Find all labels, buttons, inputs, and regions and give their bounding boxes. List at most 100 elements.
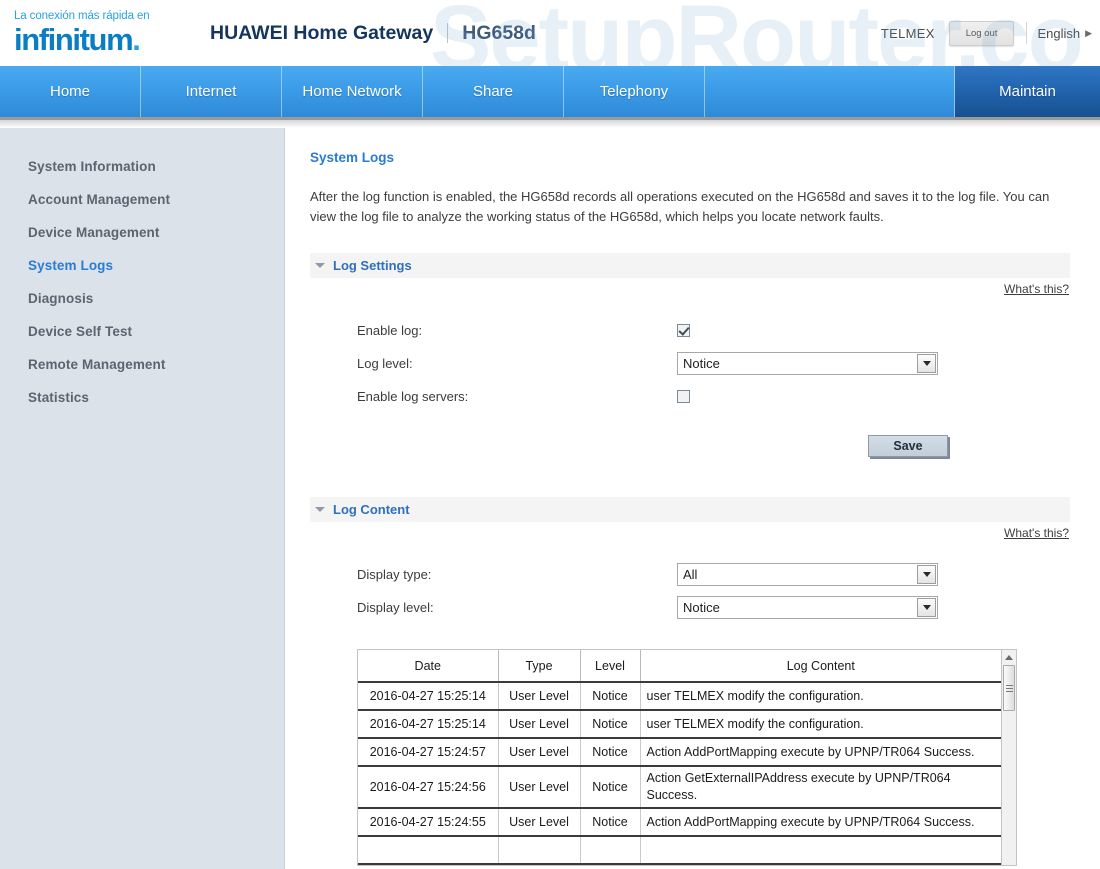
header-right-controls: TELMEX Log out English ▶ [880,20,1092,46]
label-display-level: Display level: [357,600,434,615]
collapse-triangle-icon[interactable] [315,507,325,512]
cell-content: user TELMEX modify the configuration. [640,682,1002,711]
logo-dot: . [132,21,141,57]
display-type-value: All [683,567,698,582]
cell-date: 2016-04-27 15:25:14 [358,682,499,711]
nav-item-home[interactable]: Home [0,66,141,117]
cell-type: User Level [498,808,581,837]
logo-name: infinitum [14,21,134,57]
cell-level: Notice [580,766,641,809]
cell-type: User Level [498,682,581,711]
label-display-type: Display type: [357,567,432,582]
display-level-select[interactable]: Notice [677,596,938,619]
save-button-row: Save [310,435,1070,457]
cell-type: User Level [498,738,581,767]
log-level-select[interactable]: Notice [677,352,938,375]
sidebar-item-remote-management[interactable]: Remote Management [0,348,284,381]
cell-date: 2016-04-27 15:24:55 [358,808,499,837]
table-row[interactable]: 2016-04-27 15:24:56 User Level Notice Ac… [358,766,1002,809]
cell-content: Action GetExternalIPAddress execute by U… [640,766,1002,809]
language-selector[interactable]: English ▶ [1037,26,1092,41]
page-title: System Logs [310,150,395,165]
cell-level: Notice [580,738,641,767]
chevron-down-icon [917,598,936,617]
enable-log-checkbox[interactable] [677,324,690,337]
table-row[interactable]: 2016-04-27 15:24:57 User Level Notice Ac… [358,738,1002,767]
chevron-down-icon [917,354,936,373]
log-table-container: Date Type Level Log Content 2016-04-27 1… [357,649,1017,866]
cell-type: User Level [498,710,581,739]
main-content: System Logs After the log function is en… [285,128,1100,869]
label-log-level: Log level: [357,356,413,371]
table-row[interactable]: 2016-04-27 15:24:55 User Level Notice Ac… [358,808,1002,837]
infinitum-logo: La conexión más rápida en infinitum. [14,11,186,55]
nav-item-home-network[interactable]: Home Network [282,66,423,117]
cell-level: Notice [580,682,641,711]
sidebar-item-diagnosis[interactable]: Diagnosis [0,282,284,315]
column-header-type: Type [498,650,581,683]
nav-item-share[interactable]: Share [423,66,564,117]
table-row[interactable]: 2016-04-27 15:25:14 User Level Notice us… [358,710,1002,739]
nav-item-telephony[interactable]: Telephony [564,66,705,117]
cell-type [498,836,581,865]
whats-this-link-log-content[interactable]: What's this? [1004,526,1069,540]
scrollbar-thumb[interactable] [1003,665,1015,711]
enable-log-servers-checkbox[interactable] [677,390,690,403]
cell-date: 2016-04-27 15:24:57 [358,738,499,767]
scrollbar-grip-icon [1005,683,1013,694]
label-enable-log: Enable log: [357,323,423,338]
sidebar-item-device-management[interactable]: Device Management [0,216,284,249]
whats-this-row-log-content: What's this? [310,526,1070,540]
log-level-value: Notice [683,356,720,371]
display-level-value: Notice [683,600,720,615]
sidebar-item-account-management[interactable]: Account Management [0,183,284,216]
nav-shadow [0,120,1100,128]
label-enable-log-servers: Enable log servers: [357,389,469,404]
main-navigation: Home Internet Home Network Share Telepho… [0,66,1100,120]
log-table-body: 2016-04-27 15:25:14 User Level Notice us… [358,682,1002,865]
cell-content [640,836,1002,865]
sidebar-item-device-self-test[interactable]: Device Self Test [0,315,284,348]
page-header: SetupRouter.co La conexión más rápida en… [0,0,1100,66]
row-display-type: Display type: All [357,558,1070,591]
column-header-date: Date [358,650,499,683]
logo-wordmark: infinitum. [14,24,186,55]
nav-item-maintain[interactable]: Maintain [955,66,1100,117]
page-description: After the log function is enabled, the H… [310,189,1050,224]
cell-date: 2016-04-27 15:24:56 [358,766,499,809]
section-header-log-settings: Log Settings [310,253,1070,278]
sidebar-item-statistics[interactable]: Statistics [0,381,284,414]
sidebar-item-system-information[interactable]: System Information [0,150,284,183]
whats-this-link-log-settings[interactable]: What's this? [1004,282,1069,296]
section-header-log-content: Log Content [310,497,1070,522]
sidebar-item-system-logs[interactable]: System Logs [0,249,284,282]
product-title: HUAWEI Home Gateway [210,21,434,44]
table-row[interactable]: 2016-04-27 15:25:14 User Level Notice us… [358,682,1002,711]
scroll-up-arrow-icon[interactable] [1002,650,1016,664]
save-button[interactable]: Save [868,435,948,457]
chevron-right-icon: ▶ [1085,27,1092,38]
cell-content: user TELMEX modify the configuration. [640,710,1002,739]
product-title-block: HUAWEI Home Gateway HG658d [210,22,536,45]
display-type-select[interactable]: All [677,563,938,586]
cell-level [580,836,641,865]
log-table-scrollbar[interactable] [1001,650,1016,865]
title-divider [447,23,449,43]
whats-this-row-log-settings: What's this? [310,282,1070,296]
section-title-log-settings: Log Settings [333,258,412,273]
logout-button[interactable]: Log out [948,20,1015,46]
logged-in-user: TELMEX [880,25,935,41]
sidebar: System Information Account Management De… [0,128,285,869]
header-divider [1026,22,1028,44]
table-row[interactable] [358,836,1002,865]
cell-level: Notice [580,710,641,739]
nav-item-internet[interactable]: Internet [141,66,282,117]
chevron-down-icon [917,565,936,584]
row-display-level: Display level: Notice [357,591,1070,624]
model-name: HG658d [462,21,536,44]
collapse-triangle-icon[interactable] [315,263,325,268]
row-enable-log: Enable log: [357,314,1070,347]
language-label: English [1037,25,1081,41]
nav-spacer [705,66,955,117]
row-enable-log-servers: Enable log servers: [357,380,1070,413]
